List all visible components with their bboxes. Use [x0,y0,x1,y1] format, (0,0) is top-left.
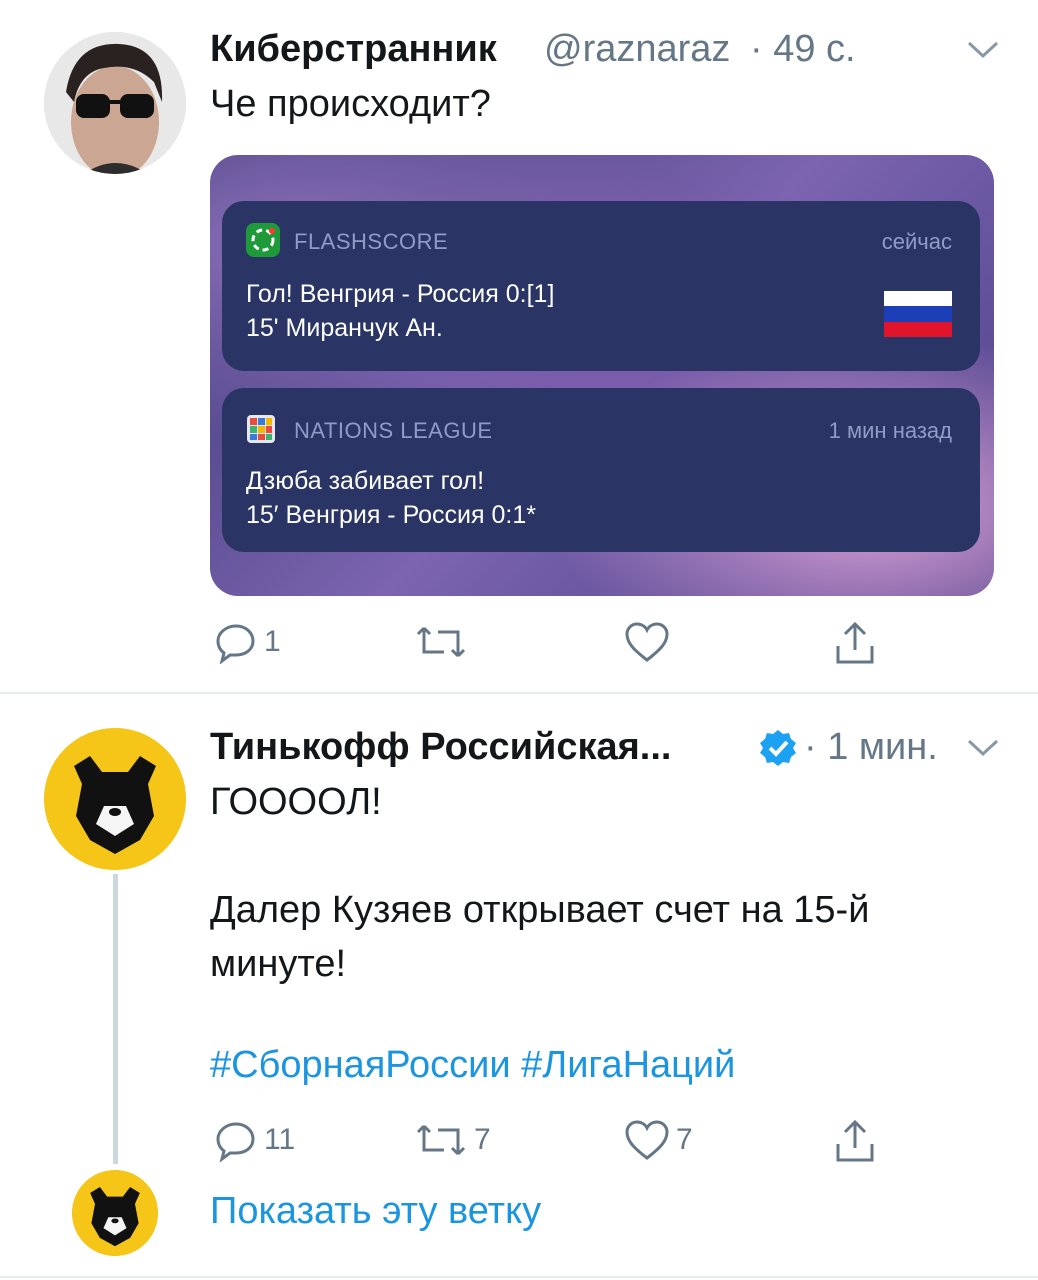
reply-icon [216,1122,255,1162]
reply-count: 1 [264,625,281,658]
bottom-divider [0,1276,1038,1278]
notification-time: 1 мин назад [828,418,952,443]
tweet-time[interactable]: · 49 с. [750,28,856,71]
like-button[interactable]: 7 [624,1118,693,1162]
notification-line-1: Гол! Венгрия - Россия 0:[1] [246,280,555,308]
media-card[interactable]: FLASHSCORE сейчас Гол! Венгрия - Россия … [210,155,994,596]
avatar-photo-icon [44,32,186,174]
tweet-text-line-3: минуте! [210,943,347,985]
like-count: 7 [676,1123,693,1156]
bear-logo-icon [44,728,186,870]
heart-icon [625,622,669,662]
heart-icon [625,1120,669,1160]
tweet-divider [0,692,1038,694]
reply-button[interactable]: 1 [214,620,281,664]
tweet-text-line-2: Далер Кузяев открывает счет на 15-й [210,889,870,931]
hashtag-links[interactable]: #СборнаяРоссии #ЛигаНаций [210,1044,735,1087]
share-icon [836,621,874,664]
notification-app-name: FLASHSCORE [294,229,449,254]
tweet-text-line-1: ГООООЛ! [210,781,382,823]
avatar[interactable] [44,728,186,870]
russia-flag-icon [884,291,952,337]
retweet-count: 7 [474,1123,491,1156]
small-avatar[interactable] [72,1170,158,1256]
avatar[interactable] [44,32,186,174]
reply-icon [216,624,255,664]
show-thread-link[interactable]: Показать эту ветку [210,1190,541,1233]
author-name[interactable]: Киберстранник [210,28,497,71]
notification-line-2: 15′ Венгрия - Россия 0:1* [246,501,536,529]
retweet-button[interactable] [414,622,474,662]
notification-line-1: Дзюба забивает гол! [246,467,485,495]
like-button[interactable] [624,620,676,664]
retweet-button[interactable]: 7 [414,1120,491,1160]
tweet-text: Че происходит? [210,83,491,125]
author-handle[interactable]: @raznaraz [544,28,730,71]
share-button[interactable] [832,620,878,666]
chevron-down-icon[interactable] [966,738,1000,763]
retweet-icon [416,1124,466,1156]
notification-time: сейчас [881,229,952,254]
notification-nations-league: NATIONS LEAGUE 1 мин назад Дзюба забивае… [222,388,980,552]
reply-button[interactable]: 11 [214,1118,295,1162]
share-button[interactable] [832,1118,878,1164]
bear-logo-icon [72,1170,158,1256]
chevron-down-icon[interactable] [966,40,1000,65]
tweet-time[interactable]: · 1 мин. [804,726,938,769]
notification-flashscore: FLASHSCORE сейчас Гол! Венгрия - Россия … [222,201,980,371]
nations-league-icon [246,414,276,444]
notification-line-2: 15' Миранчук Ан. [246,314,443,342]
reply-count: 11 [264,1123,296,1156]
author-name[interactable]: Тинькофф Российская... [210,726,671,769]
notification-app-name: NATIONS LEAGUE [294,418,493,443]
thread-line [113,874,118,1164]
verified-badge-icon [758,728,798,773]
flashscore-icon [246,223,280,257]
retweet-icon [416,626,466,658]
share-icon [836,1119,874,1162]
